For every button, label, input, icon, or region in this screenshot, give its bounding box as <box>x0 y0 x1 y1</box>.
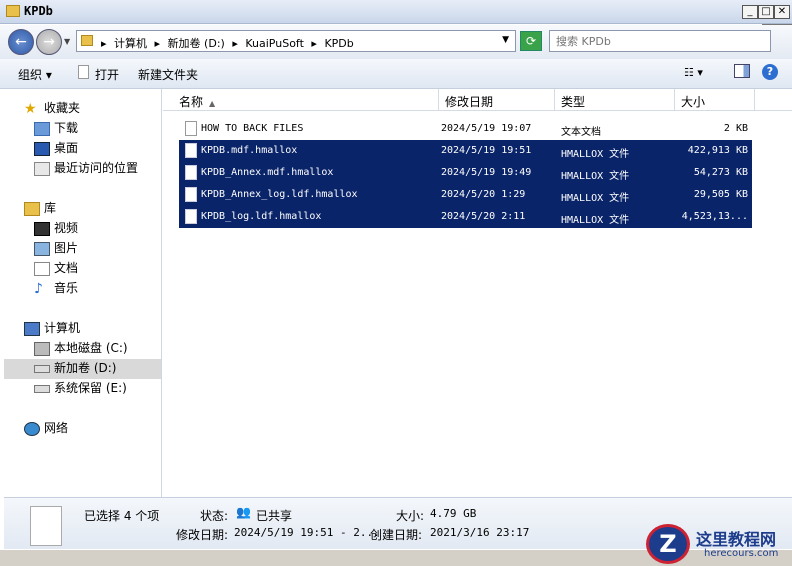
file-icon <box>78 65 89 79</box>
title-bar: KPDb _ □ ✕ <box>0 0 792 24</box>
search-input[interactable] <box>549 30 771 52</box>
size-value: 4.79 GB <box>430 507 477 520</box>
watermark-text: 这里教程网 <box>696 530 777 549</box>
download-icon <box>34 121 50 136</box>
hard-drive-icon <box>34 364 50 373</box>
created-value: 2021/3/16 23:17 <box>430 526 530 539</box>
file-list: 名称 ▲ 修改日期 类型 大小 HOW TO BACK FILES 2024/5/… <box>163 89 792 497</box>
nav-desktop[interactable]: 桌面 <box>34 139 78 159</box>
nav-drive-e[interactable]: 系统保留 (E:) <box>34 379 127 399</box>
file-row[interactable]: KPDB_Annex.mdf.hmallox 2024/5/19 19:49 H… <box>179 162 752 184</box>
file-row[interactable]: KPDB.mdf.hmallox 2024/5/19 19:51 HMALLOX… <box>179 140 752 162</box>
picture-icon <box>34 241 50 256</box>
window-title: KPDb <box>24 4 53 18</box>
column-size[interactable]: 大小 <box>675 89 755 111</box>
forward-button[interactable]: → <box>36 29 62 55</box>
library-icon <box>24 201 40 216</box>
crumb-drive[interactable]: 新加卷 (D:) <box>168 37 225 50</box>
document-icon <box>34 261 50 276</box>
shared-users-icon: 👥 <box>236 505 251 519</box>
watermark: Z 这里教程网 herecours.com <box>646 522 792 566</box>
created-label: 创建日期: <box>370 528 423 542</box>
address-row: ← → ▼ ▸ 计算机 ▸ 新加卷 (D:) ▸ KuaiPuSoft ▸ KP… <box>0 25 792 59</box>
help-icon[interactable]: ? <box>762 64 778 80</box>
hard-drive-icon <box>34 384 50 393</box>
folder-icon <box>6 5 20 17</box>
view-options-icon[interactable]: ☷ ▾ <box>684 66 703 79</box>
column-name[interactable]: 名称 ▲ <box>173 89 439 111</box>
network-icon <box>24 421 40 436</box>
crumb-computer[interactable]: 计算机 <box>114 37 147 50</box>
watermark-logo: Z <box>646 524 690 564</box>
maximize-button[interactable]: □ <box>758 5 774 19</box>
nav-music[interactable]: ♪ 音乐 <box>34 279 78 299</box>
crumb-kuaipusoft[interactable]: KuaiPuSoft <box>245 37 304 50</box>
desktop-icon <box>34 141 50 156</box>
nav-favorites[interactable]: ★ 收藏夹 <box>24 99 80 119</box>
column-modified[interactable]: 修改日期 <box>439 89 555 111</box>
nav-libraries[interactable]: 库 <box>24 199 56 219</box>
file-icon <box>185 165 197 180</box>
status-value: 已共享 <box>256 509 293 523</box>
sort-up-icon: ▲ <box>209 99 216 108</box>
recent-places-icon <box>34 161 50 176</box>
music-icon: ♪ <box>34 280 43 297</box>
back-button[interactable]: ← <box>8 29 34 55</box>
close-button[interactable]: ✕ <box>774 5 790 19</box>
open-button[interactable]: 打开 <box>95 66 119 83</box>
hard-drive-icon <box>34 341 50 356</box>
file-icon <box>185 143 197 158</box>
selected-count: 已选择 4 个项 <box>84 509 160 523</box>
navigation-pane: ★ 收藏夹 下载 桌面 最近访问的位置 库 视频 图片 文档 ♪ 音乐 计算机 本地… <box>4 89 162 497</box>
nav-drive-c[interactable]: 本地磁盘 (C:) <box>34 339 128 359</box>
nav-pictures[interactable]: 图片 <box>34 239 78 259</box>
file-row[interactable]: KPDB_Annex_log.ldf.hmallox 2024/5/20 1:2… <box>179 184 752 206</box>
folder-icon <box>81 35 93 46</box>
address-bar[interactable]: ▸ 计算机 ▸ 新加卷 (D:) ▸ KuaiPuSoft ▸ KPDb ▼ <box>76 30 516 52</box>
preview-pane-icon[interactable] <box>734 64 750 78</box>
crumb-kpdb[interactable]: KPDb <box>324 37 353 50</box>
file-icon <box>185 209 197 224</box>
status-label: 状态: <box>200 509 229 523</box>
breadcrumb: ▸ 计算机 ▸ 新加卷 (D:) ▸ KuaiPuSoft ▸ KPDb <box>101 37 354 50</box>
text-file-icon <box>185 121 197 136</box>
minimize-button[interactable]: _ <box>742 5 758 19</box>
chevron-down-icon[interactable]: ▼ <box>502 35 509 45</box>
column-headers: 名称 ▲ 修改日期 类型 大小 <box>163 89 792 111</box>
file-row[interactable]: KPDB_log.ldf.hmallox 2024/5/20 2:11 HMAL… <box>179 206 752 228</box>
file-icon <box>30 506 62 546</box>
nav-drive-d[interactable]: 新加卷 (D:) <box>4 359 161 379</box>
toolbar: 组织 ▾ 打开 新建文件夹 ☷ ▾ ? <box>0 59 792 89</box>
organize-button[interactable]: 组织 ▾ <box>18 66 52 83</box>
nav-downloads[interactable]: 下载 <box>34 119 78 139</box>
history-dropdown-icon[interactable]: ▼ <box>64 37 70 46</box>
computer-icon <box>24 321 40 336</box>
nav-network[interactable]: 网络 <box>24 419 68 439</box>
star-icon: ★ <box>24 100 37 117</box>
nav-documents[interactable]: 文档 <box>34 259 78 279</box>
nav-videos[interactable]: 视频 <box>34 219 78 239</box>
nav-recent[interactable]: 最近访问的位置 <box>34 159 138 179</box>
watermark-url: herecours.com <box>704 548 779 559</box>
file-row[interactable]: HOW TO BACK FILES 2024/5/19 19:07 文本文档 2… <box>179 118 752 140</box>
refresh-button[interactable]: ⟳ <box>520 31 542 51</box>
file-icon <box>185 187 197 202</box>
column-type[interactable]: 类型 <box>555 89 675 111</box>
nav-computer[interactable]: 计算机 <box>24 319 80 339</box>
modified-label: 修改日期: <box>176 528 229 542</box>
video-icon <box>34 221 50 236</box>
new-folder-button[interactable]: 新建文件夹 <box>138 66 198 83</box>
modified-value: 2024/5/19 19:51 - 2... <box>234 526 380 539</box>
size-label: 大小: <box>396 509 425 523</box>
